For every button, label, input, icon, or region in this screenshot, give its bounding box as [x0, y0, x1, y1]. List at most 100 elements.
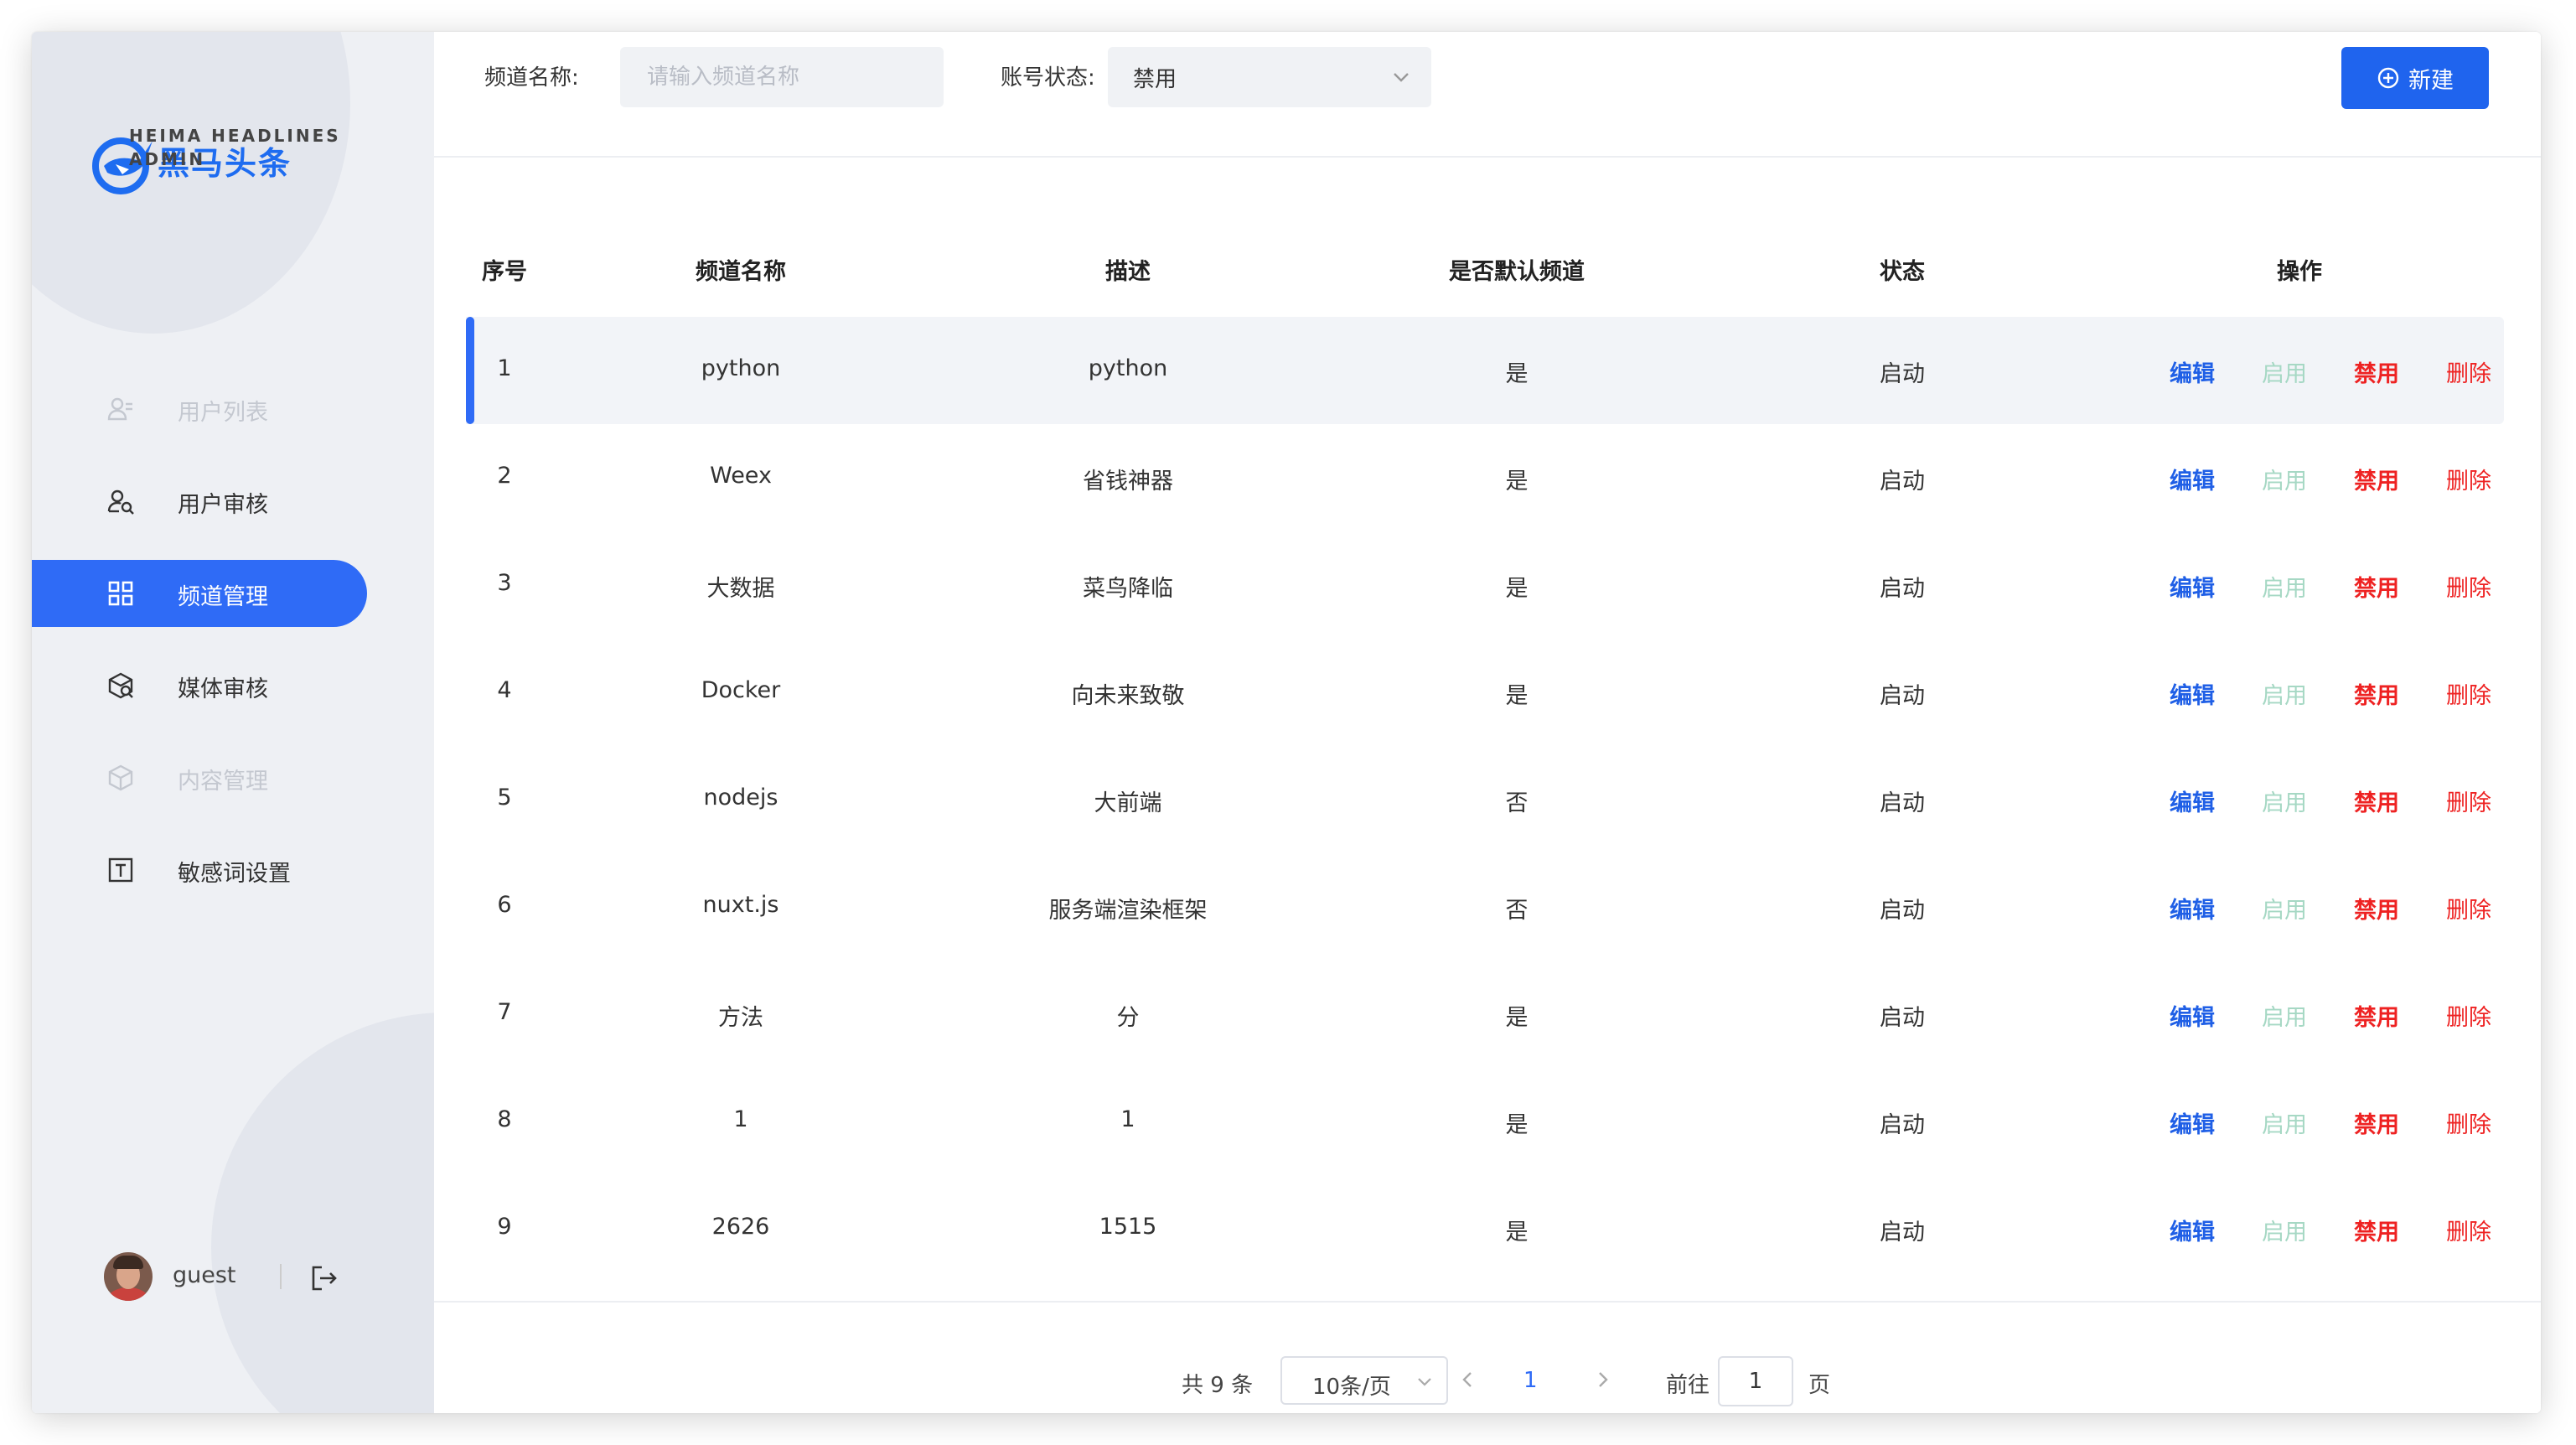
delete-button[interactable]: 删除 [2446, 677, 2491, 710]
cell-desc: python [1088, 355, 1168, 381]
goto-label: 前往 [1666, 1373, 1710, 1398]
edit-button[interactable]: 编辑 [2170, 1106, 2215, 1139]
chevron-down-icon [1418, 1378, 1431, 1386]
disable-button[interactable]: 禁用 [2354, 892, 2399, 924]
disable-button[interactable]: 禁用 [2354, 785, 2399, 817]
avatar[interactable] [104, 1252, 153, 1301]
channel-name-input[interactable] [620, 47, 944, 107]
table-row[interactable]: 9 2626 1515 是 启动 编辑 启用 禁用 删除 [466, 1175, 2504, 1282]
edit-button[interactable]: 编辑 [2170, 463, 2215, 495]
sidebar-item-label: 媒体审核 [178, 676, 268, 702]
table-row[interactable]: 7 方法 分 是 启动 编辑 启用 禁用 删除 [466, 961, 2504, 1068]
cell-default: 是 [1505, 576, 1529, 602]
disable-button[interactable]: 禁用 [2354, 1106, 2399, 1139]
enable-button[interactable]: 启用 [2262, 355, 2307, 388]
sidebar-item-label: 敏感词设置 [178, 861, 291, 887]
chevron-right-icon[interactable] [1591, 1368, 1614, 1391]
delete-button[interactable]: 删除 [2446, 463, 2491, 495]
enable-button[interactable]: 启用 [2262, 677, 2307, 710]
cell-default: 是 [1505, 1112, 1529, 1138]
page-size-select[interactable]: 10条/页 [1280, 1356, 1448, 1405]
cell-desc: 大前端 [1094, 790, 1162, 816]
cell-status: 启动 [1880, 361, 1925, 387]
edit-button[interactable]: 编辑 [2170, 570, 2215, 603]
sidebar-nav: 用户列表 用户审核 频道管理 媒体审核 内容管理 敏感词设置 [32, 375, 434, 929]
column-header-desc: 描述 [1105, 259, 1151, 285]
goto-page-input[interactable]: 1 [1718, 1356, 1793, 1406]
sidebar-item-label: 内容管理 [178, 769, 268, 795]
edit-button[interactable]: 编辑 [2170, 785, 2215, 817]
disable-button[interactable]: 禁用 [2354, 355, 2399, 388]
table-row[interactable]: 1 python python 是 启动 编辑 启用 禁用 删除 [466, 317, 2504, 424]
enable-button[interactable]: 启用 [2262, 570, 2307, 603]
cell-status: 启动 [1880, 1112, 1925, 1138]
table-row[interactable]: 2 Weex 省钱神器 是 启动 编辑 启用 禁用 删除 [466, 424, 2504, 531]
page-number-current[interactable]: 1 [1523, 1368, 1538, 1393]
enable-button[interactable]: 启用 [2262, 1106, 2307, 1139]
cell-desc: 服务端渲染框架 [1048, 898, 1208, 924]
delete-button[interactable]: 删除 [2446, 785, 2491, 817]
cell-name: nuxt.js [702, 892, 779, 918]
cell-desc: 1515 [1099, 1214, 1157, 1240]
cell-name: 1 [733, 1106, 748, 1132]
disable-button[interactable]: 禁用 [2354, 999, 2399, 1032]
box-icon [108, 764, 133, 791]
cell-status: 启动 [1880, 1220, 1925, 1246]
enable-button[interactable]: 启用 [2262, 892, 2307, 924]
logout-icon[interactable] [310, 1264, 339, 1292]
cell-default: 是 [1505, 1220, 1529, 1246]
cell-default: 是 [1505, 361, 1529, 387]
cell-name: nodejs [703, 785, 778, 811]
column-header-actions: 操作 [2277, 259, 2322, 285]
disable-button[interactable]: 禁用 [2354, 463, 2399, 495]
table-row[interactable]: 5 nodejs 大前端 否 启动 编辑 启用 禁用 删除 [466, 746, 2504, 853]
delete-button[interactable]: 删除 [2446, 570, 2491, 603]
page-size-value: 10条/页 [1312, 1375, 1391, 1400]
delete-button[interactable]: 删除 [2446, 892, 2491, 924]
edit-button[interactable]: 编辑 [2170, 1214, 2215, 1246]
table-row[interactable]: 4 Docker 向未来致敬 是 启动 编辑 启用 禁用 删除 [466, 639, 2504, 746]
page-unit-label: 页 [1808, 1373, 1831, 1398]
cell-desc: 向未来致敬 [1071, 683, 1185, 709]
table-row[interactable]: 6 nuxt.js 服务端渲染框架 否 启动 编辑 启用 禁用 删除 [466, 853, 2504, 961]
sidebar-item-sensitive-words[interactable]: 敏感词设置 [32, 836, 434, 904]
sidebar-item-media-review[interactable]: 媒体审核 [32, 652, 434, 719]
table-row[interactable]: 8 1 1 是 启动 编辑 启用 禁用 删除 [466, 1068, 2504, 1175]
cell-name: 方法 [718, 1005, 763, 1031]
disable-button[interactable]: 禁用 [2354, 570, 2399, 603]
cell-status: 启动 [1880, 898, 1925, 924]
disable-button[interactable]: 禁用 [2354, 1214, 2399, 1246]
delete-button[interactable]: 删除 [2446, 1106, 2491, 1139]
edit-button[interactable]: 编辑 [2170, 355, 2215, 388]
sidebar-item-user-review[interactable]: 用户审核 [32, 468, 434, 535]
brand-subtitle: HEIMA HEADLINES ADMIN [129, 126, 341, 169]
enable-button[interactable]: 启用 [2262, 785, 2307, 817]
delete-button[interactable]: 删除 [2446, 1214, 2491, 1246]
edit-button[interactable]: 编辑 [2170, 892, 2215, 924]
cell-desc: 菜鸟降临 [1083, 576, 1173, 602]
edit-button[interactable]: 编辑 [2170, 677, 2215, 710]
cell-default: 否 [1505, 790, 1529, 816]
enable-button[interactable]: 启用 [2262, 999, 2307, 1032]
edit-button[interactable]: 编辑 [2170, 999, 2215, 1032]
table-row[interactable]: 3 大数据 菜鸟降临 是 启动 编辑 启用 禁用 删除 [466, 531, 2504, 639]
status-select[interactable]: 禁用 [1108, 47, 1431, 107]
media-review-icon [108, 672, 133, 699]
cell-name: python [701, 355, 781, 381]
new-channel-button[interactable]: 新建 [2341, 47, 2489, 109]
disable-button[interactable]: 禁用 [2354, 677, 2399, 710]
delete-button[interactable]: 删除 [2446, 999, 2491, 1032]
enable-button[interactable]: 启用 [2262, 1214, 2307, 1246]
plus-circle-icon [2377, 67, 2399, 89]
divider [280, 1264, 282, 1289]
chevron-left-icon[interactable] [1456, 1368, 1480, 1391]
user-search-icon [107, 489, 134, 515]
sidebar-item-channel-management[interactable]: 频道管理 [32, 560, 367, 627]
sidebar-item-user-list[interactable]: 用户列表 [32, 375, 434, 443]
sidebar-item-content-management[interactable]: 内容管理 [32, 744, 434, 811]
cell-index: 8 [497, 1106, 512, 1132]
enable-button[interactable]: 启用 [2262, 463, 2307, 495]
cell-desc: 分 [1116, 1005, 1140, 1031]
column-header-index: 序号 [482, 259, 527, 285]
delete-button[interactable]: 删除 [2446, 355, 2491, 388]
